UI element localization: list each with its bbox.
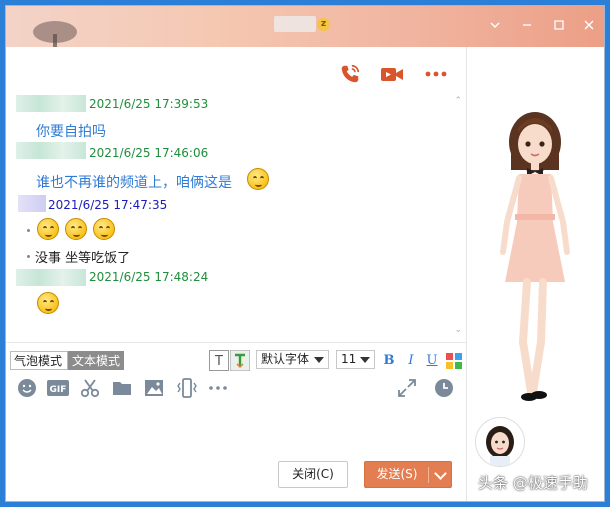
sender-name-blurred [18,195,46,212]
chat-window: z ⌃ 2021/6/25 17:39:53 你要自拍吗 2021/6/25 1… [5,5,605,502]
folder-icon[interactable] [111,377,133,399]
close-icon[interactable] [580,16,598,34]
color-palette-icon[interactable] [446,353,462,369]
scissors-icon[interactable] [79,377,101,399]
image-icon[interactable] [143,377,165,399]
yawn-emoji-icon [65,218,87,240]
message-timestamp: 2021/6/25 17:46:06 [89,146,209,160]
tree-silhouette-icon [33,21,77,47]
user-avatar[interactable] [475,417,525,467]
scroll-up-icon[interactable]: ⌃ [454,96,462,106]
scroll-down-icon[interactable]: ⌄ [454,325,462,335]
avatar-figure-illustration [500,112,570,401]
message-input[interactable] [12,409,464,457]
svg-text:GIF: GIF [50,385,67,395]
video-call-icon[interactable] [380,63,404,85]
smirk-emoji-icon [247,168,269,190]
format-toolbar: 气泡模式 文本模式 T 默认字体 11 B I U [6,342,466,373]
avatar-show-panel [466,47,604,501]
text-style-button[interactable]: T [209,350,229,371]
input-tool-row: GIF [6,377,466,407]
sender-name-blurred [16,269,86,286]
bullet-dot [27,229,30,232]
emoji-icon[interactable] [16,377,38,399]
thinking-emoji-icon [37,292,59,314]
minimize-icon[interactable] [518,16,536,34]
yawn-emoji-icon [93,218,115,240]
avatar-portrait-icon [486,426,514,466]
contact-name-blurred [274,16,316,32]
italic-button[interactable]: I [405,350,417,371]
chevron-down-icon[interactable] [486,16,504,34]
title-bar[interactable]: z [6,6,604,47]
font-family-select[interactable]: 默认字体 [256,350,329,369]
more-icon[interactable] [424,63,448,85]
bold-button[interactable]: B [382,350,396,371]
history-clock-icon[interactable] [433,377,455,399]
phone-shake-icon[interactable] [176,377,198,399]
expand-icon[interactable] [396,377,418,399]
underline-button[interactable]: U [425,350,439,371]
message-list[interactable]: ⌃ 2021/6/25 17:39:53 你要自拍吗 2021/6/25 17:… [6,92,466,338]
send-options-chevron-icon[interactable] [434,467,447,480]
close-button[interactable]: 关闭(C) [278,461,348,488]
message-text: 谁也不再谁的频道上，咱俩这是 [36,175,232,191]
text-mode-button[interactable]: 文本模式 [68,351,124,370]
sender-name-blurred [16,95,86,112]
gif-icon[interactable]: GIF [46,377,70,399]
vip-badge-icon: z [317,18,330,31]
bubble-mode-button[interactable]: 气泡模式 [10,351,68,370]
maximize-icon[interactable] [550,16,568,34]
more-tools-icon[interactable] [207,377,229,399]
message-timestamp: 2021/6/25 17:39:53 [89,97,209,111]
message-text: 没事 坐等吃饭了 [35,251,131,266]
phone-icon[interactable] [338,63,362,85]
message-text: 你要自拍吗 [36,124,106,140]
sender-name-blurred [16,142,86,159]
message-timestamp: 2021/6/25 17:47:35 [48,198,168,212]
bullet-dot [27,255,30,258]
yawn-emoji-icon [37,218,59,240]
watermark-text: 头条 @极速手助 [478,474,588,492]
send-divider [428,467,429,483]
message-timestamp: 2021/6/25 17:48:24 [89,270,209,284]
send-button[interactable]: 发送(S) [364,461,452,488]
send-button-label: 发送(S) [376,467,418,481]
font-size-select[interactable]: 11 [336,350,375,369]
chat-panel: ⌃ 2021/6/25 17:39:53 你要自拍吗 2021/6/25 17:… [6,47,466,501]
bubble-style-icon[interactable] [230,350,250,371]
